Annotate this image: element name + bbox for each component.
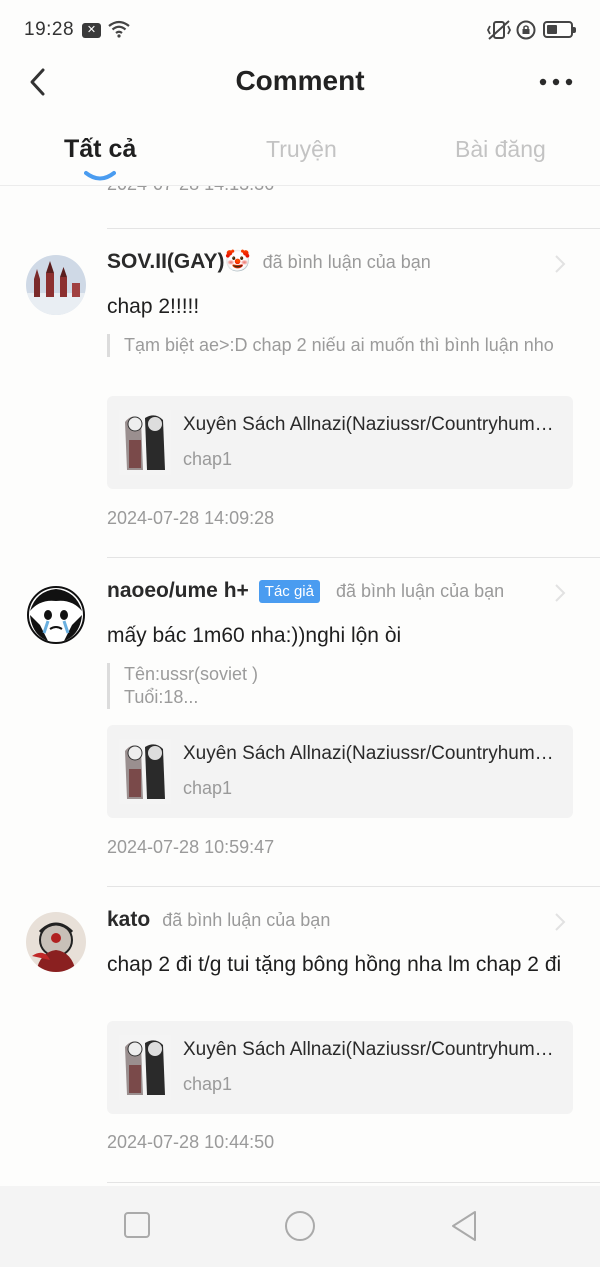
status-bar: 19:28 ✕ [0,0,600,60]
author-badge: Tác giả [258,579,320,603]
story-cover [119,410,171,475]
chevron-right-icon[interactable] [554,254,566,274]
story-card[interactable]: Xuyên Sách Allnazi(Naziussr/Countryhuman… [107,725,573,818]
story-card[interactable]: Xuyên Sách Allnazi(Naziussr/Countryhuman… [107,1021,573,1114]
quoted-comment: Tạm biệt ae>:D chap 2 niếu ai muốn thì b… [107,334,567,357]
tab-bar: Tất cả Truyện Bài đăng [0,122,600,186]
timestamp: 2024-07-28 14:09:28 [107,508,275,528]
more-button[interactable] [538,72,574,92]
avatar[interactable] [26,255,86,315]
avatar[interactable] [26,912,86,972]
comment-list[interactable]: 2024-07-28 14:13:36 SOV.II(GAY)🤡 đã bình… [0,186,600,1186]
tab-active-indicator [84,171,116,181]
story-chapter: chap1 [183,778,233,798]
wifi-icon [108,20,130,43]
avatar[interactable] [26,585,86,645]
story-title: Xuyên Sách Allnazi(Naziussr/Countryhuman… [183,1039,555,1060]
user-name[interactable]: SOV.II(GAY)🤡 [107,250,251,274]
square-icon[interactable] [123,1211,151,1239]
story-chapter: chap1 [183,1074,233,1094]
header: Comment [0,60,600,122]
user-name[interactable]: naoeo/ume h+ [107,579,249,603]
tab-posts[interactable]: Bài đăng [455,136,546,163]
user-name[interactable]: kato [107,908,150,932]
action-text: đã bình luận của bạn [335,580,505,601]
comment-text: chap 2!!!!! [107,295,200,318]
story-chapter: chap1 [183,449,233,469]
action-text: đã bình luận của bạn [162,909,331,930]
story-card[interactable]: Xuyên Sách Allnazi(Naziussr/Countryhuman… [107,396,573,489]
back-button[interactable] [24,64,54,100]
battery-level [547,25,557,34]
comment-text: mấy bác 1m60 nha:))nghi lộn òi [107,624,402,647]
story-title: Xuyên Sách Allnazi(Naziussr/Countryhuman… [183,743,555,764]
rotation-lock-icon [516,20,536,45]
chevron-right-icon[interactable] [554,583,566,603]
page-title: Comment [235,65,365,96]
triangle-back-icon[interactable] [450,1210,478,1242]
story-title: Xuyên Sách Allnazi(Naziussr/Countryhuman… [183,414,555,435]
timestamp: 2024-07-28 10:44:50 [107,1132,275,1152]
circle-icon[interactable] [284,1210,316,1242]
tab-stories[interactable]: Truyện [266,136,337,163]
timestamp: 2024-07-28 14:13:36 [107,186,274,195]
comment-header: SOV.II(GAY)🤡 đã bình luận của bạn [107,250,431,274]
story-cover [119,1035,171,1100]
chevron-left-icon [30,68,45,96]
divider [107,1182,600,1183]
story-cover [119,739,171,804]
divider [107,557,600,558]
comment-header: naoeo/ume h+ Tác giả đã bình luận của bạ… [107,579,504,603]
comment-header: kato đã bình luận của bạn [107,908,330,932]
tab-all[interactable]: Tất cả [64,135,136,164]
battery-icon [543,21,576,38]
divider [107,886,600,887]
divider [107,228,600,229]
notification-icon: ✕ [82,23,101,38]
comment-text: chap 2 đi t/g tui tặng bông hồng nha lm … [107,953,562,976]
chevron-right-icon[interactable] [554,912,566,932]
system-nav-bar [0,1186,600,1267]
vibrate-icon [486,19,512,46]
timestamp: 2024-07-28 10:59:47 [107,837,275,857]
action-text: đã bình luận của bạn [262,251,431,272]
status-time: 19:28 [24,19,75,40]
quoted-comment: Tên:ussr(soviet ) Tuổi:18... [107,663,567,709]
more-dots-icon [539,78,573,86]
